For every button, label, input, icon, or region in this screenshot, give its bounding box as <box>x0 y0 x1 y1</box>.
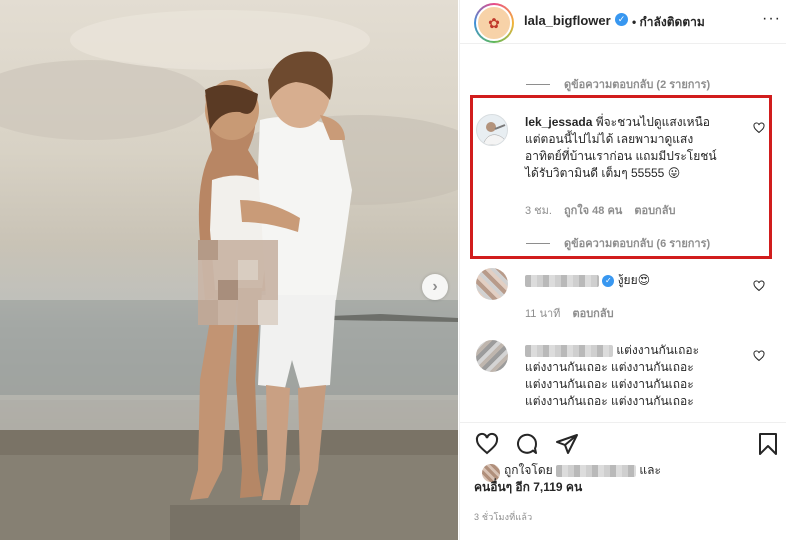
comment-like-heart-icon[interactable] <box>753 122 765 134</box>
post-sidebar: ✿ lala_bigflower ✓ • กำลังติดตาม ··· ดูข… <box>459 0 786 540</box>
comment-username[interactable]: lek_jessada <box>525 115 592 129</box>
commenter-avatar[interactable] <box>476 340 508 372</box>
more-options-icon[interactable]: ··· <box>762 10 781 28</box>
commenter-avatar[interactable] <box>476 268 508 300</box>
view-replies-label: ดูข้อความตอบกลับ (2 รายการ) <box>564 79 711 91</box>
verified-badge-icon: ✓ <box>602 274 615 287</box>
post-header: ✿ lala_bigflower ✓ • กำลังติดตาม ··· <box>460 0 786 44</box>
highlighted-comment-meta: 3 ชม. ถูกใจ 48 คน ตอบกลับ <box>525 201 675 219</box>
liked-by-and: และ <box>639 463 661 477</box>
post-photo[interactable]: › <box>0 0 458 540</box>
comment-reply-button[interactable]: ตอบกลับ <box>634 201 675 219</box>
actions-divider <box>460 422 786 423</box>
heart-icon[interactable] <box>475 432 499 456</box>
author-avatar[interactable]: ✿ <box>474 3 514 43</box>
comment-likes-count[interactable]: ถูกใจ 48 คน <box>564 201 622 219</box>
comment-icon[interactable] <box>515 432 539 456</box>
second-comment: ✓ งู้ยย😍 <box>525 272 755 289</box>
next-photo-arrow[interactable]: › <box>422 274 448 300</box>
blurred-username <box>525 344 613 357</box>
comment-text-2: แต่ตอนนี้ไปไม่ได้ เลยพามาดูแสง <box>525 132 694 146</box>
following-status[interactable]: • กำลังติดตาม <box>632 13 705 32</box>
comment-text-4: แต่งงานกันเถอะ แต่งงานกันเถอะ <box>525 394 694 408</box>
comment-text-1: แต่งงานกันเถอะ <box>616 343 700 357</box>
chevron-right-icon: › <box>432 278 438 295</box>
blurred-username <box>525 274 599 287</box>
bookmark-icon[interactable] <box>756 432 780 456</box>
comment-like-heart-icon[interactable] <box>753 350 765 362</box>
comment-text-2: แต่งงานกันเถอะ แต่งงานกันเถอะ <box>525 360 694 374</box>
comment-text-3: อาทิตย์ที่บ้านเราก่อน แถมมีประโยชน์ <box>525 149 717 163</box>
liked-by-text: ถูกใจโดย และ คนอื่นๆ อีก 7,119 คน <box>474 462 661 496</box>
comment-text-3: แต่งงานกันเถอะ แต่งงานกันเถอะ <box>525 377 694 391</box>
author-username[interactable]: lala_bigflower <box>524 13 611 28</box>
comment-reply-button[interactable]: ตอบกลับ <box>572 304 613 322</box>
view-replies-highlighted[interactable]: ดูข้อความตอบกลับ (6 รายการ) <box>526 234 710 252</box>
beach-couple-image <box>0 10 458 540</box>
verified-badge-icon: ✓ <box>615 13 628 26</box>
comment-time: 11 นาที <box>525 308 561 320</box>
comment-like-heart-icon[interactable] <box>753 280 765 292</box>
third-comment: แต่งงานกันเถอะ แต่งงานกันเถอะ แต่งงานกัน… <box>525 342 765 410</box>
liked-by-prefix: ถูกใจโดย <box>504 463 553 477</box>
commenter-avatar[interactable] <box>476 114 508 146</box>
view-replies-label: ดูข้อความตอบกลับ (6 รายการ) <box>564 238 711 250</box>
comment-time: 3 ชม. <box>525 205 552 217</box>
comment-text-4: ได้รับวิตามินดี เต็มๆ 55555 😛 <box>525 166 681 180</box>
view-replies-top[interactable]: ดูข้อความตอบกลับ (2 รายการ) <box>526 75 710 93</box>
comment-text: งู้ยย😍 <box>617 273 651 287</box>
comment-text-1: พี่จะชวนไปดูแสงเหนือ <box>595 115 710 129</box>
blurred-liker-name[interactable] <box>556 464 637 477</box>
liked-by-others[interactable]: คนอื่นๆ อีก 7,119 คน <box>474 480 582 494</box>
share-icon[interactable] <box>555 432 579 456</box>
second-comment-meta: 11 นาที ตอบกลับ <box>525 304 614 322</box>
highlighted-comment: lek_jessada พี่จะชวนไปดูแสงเหนือ แต่ตอนน… <box>525 114 755 182</box>
post-timestamp: 3 ชั่วโมงที่แล้ว <box>474 512 533 522</box>
